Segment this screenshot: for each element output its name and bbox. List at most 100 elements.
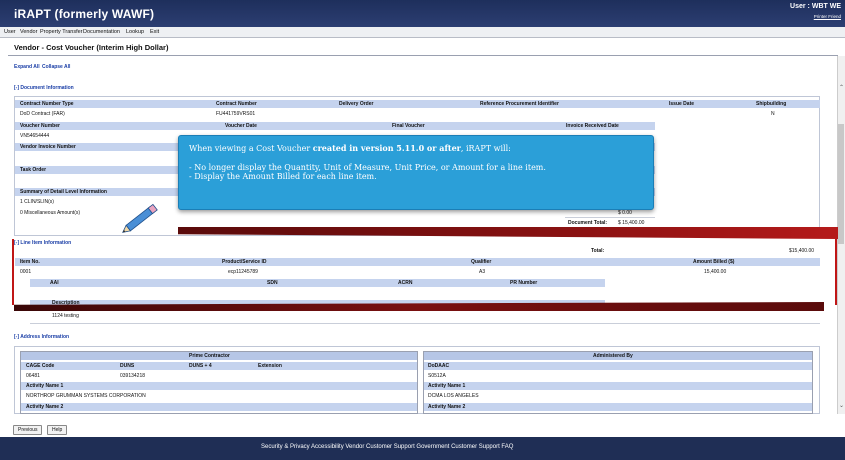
highlight-frame-left <box>12 239 14 305</box>
admin-activity2-row <box>424 403 812 411</box>
line-item-information-toggle[interactable]: [-] Line Item Information <box>14 240 71 246</box>
total-divider <box>565 217 655 218</box>
col-voucher-number: Voucher Number <box>20 123 60 129</box>
voucher-number-value: VN54654444 <box>20 133 50 139</box>
item-no-value: 0001 <box>20 269 32 275</box>
callout-version: created in version 5.11.0 or after <box>312 143 461 153</box>
product-service-id-value: ecp11245789 <box>228 269 258 275</box>
col-qualifier: Qualifier <box>471 259 492 265</box>
col-task-order: Task Order <box>20 167 47 173</box>
admin-activity-name-1-value: DCMA LOS ANGELES <box>428 393 479 399</box>
col-issue-date: Issue Date <box>669 101 695 107</box>
col-product-service-id: Product/Service ID <box>222 259 267 265</box>
col-pr-number: PR Number <box>510 280 538 286</box>
prime-header-row <box>21 362 417 370</box>
help-button[interactable]: Help <box>47 425 68 435</box>
clin-count: 1 CLIN/SLIN(s) <box>20 199 54 205</box>
admin-activity1-row <box>424 382 812 390</box>
col-sdn: SDN <box>267 280 278 286</box>
doc-header-row-1 <box>15 100 820 108</box>
line-divider <box>30 323 820 324</box>
app-title: iRAPT (formerly WAWF) <box>14 7 155 21</box>
administered-by-title: Administered By <box>593 353 633 359</box>
col-delivery-order: Delivery Order <box>339 101 374 107</box>
prime-activity-name-1-value: NORTHROP GRUMMAN SYSTEMS CORPORATION <box>26 393 146 399</box>
menu-vendor[interactable]: Vendor <box>20 29 37 35</box>
col-contract-number-type: Contract Number Type <box>20 101 74 107</box>
app-header: iRAPT (formerly WAWF) User : WBT WE Prin… <box>0 0 845 27</box>
col-extension: Extension <box>258 363 282 369</box>
col-contract-number: Contract Number <box>216 101 257 107</box>
menu-lookup[interactable]: Lookup <box>126 29 144 35</box>
qualifier-value: A3 <box>479 269 486 275</box>
misc-amount: $ 0.00 <box>618 210 632 216</box>
info-callout: When viewing a Cost Voucher created in v… <box>178 135 654 210</box>
col-duns: DUNS <box>120 363 135 369</box>
admin-activity-name-1-label: Activity Name 1 <box>428 383 466 389</box>
description-value: 1124 testing <box>52 313 79 319</box>
callout-bullet-1: - No longer display the Quantity, Unit o… <box>189 162 546 172</box>
col-dodaac: DoDAAC <box>428 363 450 369</box>
prime-contractor-title: Prime Contractor <box>189 353 230 359</box>
page-title: Vendor - Cost Voucher (Interim High Doll… <box>14 43 169 52</box>
prime-activity2-row <box>21 403 417 411</box>
highlight-band-top <box>178 227 838 239</box>
col-item-no: Item No. <box>20 259 40 265</box>
menu-exit[interactable]: Exit <box>150 29 159 35</box>
amount-billed-value: 15,400.00 <box>704 269 727 275</box>
shipbuilding-value: N <box>771 111 775 117</box>
callout-intro-a: When viewing a Cost Voucher <box>189 144 313 153</box>
collapse-all-link[interactable]: Collapse All <box>42 64 70 70</box>
dodaac-value: S0512A <box>428 373 446 379</box>
previous-button[interactable]: Previous <box>13 425 43 435</box>
printer-friendly-link[interactable]: Printer Friend <box>814 14 841 19</box>
callout-bullet-2: - Display the Amount Billed for each lin… <box>189 172 377 181</box>
document-total-value: $ 15,400.00 <box>618 220 645 226</box>
prime-activity-name-2-label: Activity Name 2 <box>26 404 64 410</box>
admin-activity-name-2-label: Activity Name 2 <box>428 404 466 410</box>
callout-intro: When viewing a Cost Voucher created in v… <box>189 143 643 154</box>
vertical-scrollbar[interactable]: ⌃ ⌄ <box>837 56 845 414</box>
menu-bar: User Vendor Property Transfer Documentat… <box>0 27 845 38</box>
col-amount-billed: Amount Billed ($) <box>693 259 735 265</box>
summary-header: Summary of Detail Level Information <box>20 189 107 195</box>
col-voucher-date: Voucher Date <box>225 123 257 129</box>
highlight-frame-right <box>835 239 837 305</box>
scroll-up-icon[interactable]: ⌃ <box>839 84 844 91</box>
document-total-label: Document Total: <box>568 220 608 226</box>
col-final-voucher: Final Voucher <box>392 123 425 129</box>
col-invoice-received-date: Invoice Received Date <box>566 123 619 129</box>
contract-number-type-value: DoD Contract (FAR) <box>20 111 65 117</box>
scroll-down-icon[interactable]: ⌄ <box>839 402 844 409</box>
footer-links[interactable]: Security & Privacy Accessibility Vendor … <box>261 444 513 450</box>
col-shipbuilding: Shipbuilding <box>756 101 787 107</box>
contract-number-value: FU441759VRS01 <box>216 111 256 117</box>
col-vendor-invoice-number: Vendor Invoice Number <box>20 144 76 150</box>
menu-user[interactable]: User <box>4 29 16 35</box>
misc-count: 0 Miscellaneous Amount(s) <box>20 210 81 216</box>
doc-header-row-2 <box>15 122 655 130</box>
col-cage-code: CAGE Code <box>26 363 55 369</box>
cage-code-value: 06481 <box>26 373 40 379</box>
line-total-value: $15,400.00 <box>789 248 815 254</box>
line-total-label: Total: <box>591 248 605 254</box>
menu-documentation[interactable]: Documentation <box>83 29 120 35</box>
prime-activity-name-1-label: Activity Name 1 <box>26 383 64 389</box>
pencil-icon <box>122 203 158 233</box>
col-duns-plus-4: DUNS + 4 <box>189 363 212 369</box>
footer: Security & Privacy Accessibility Vendor … <box>0 437 845 460</box>
address-information-toggle[interactable]: [-] Address Information <box>14 334 69 340</box>
callout-intro-c: , iRAPT will: <box>460 144 511 153</box>
expand-all-link[interactable]: Expand All <box>14 64 40 70</box>
admin-header-row <box>424 362 812 370</box>
col-acrn: ACRN <box>398 280 413 286</box>
col-aai: AAI <box>50 280 59 286</box>
user-label: User : WBT WE <box>790 3 841 10</box>
menu-property-transfer[interactable]: Property Transfer <box>40 29 83 35</box>
title-divider <box>8 55 838 56</box>
duns-value: 039134218 <box>120 373 146 379</box>
scrollbar-thumb[interactable] <box>838 124 844 244</box>
col-reference-procurement-identifier: Reference Procurement Identifier <box>480 101 559 107</box>
document-information-toggle[interactable]: [-] Document Information <box>14 85 74 91</box>
prime-activity1-row <box>21 382 417 390</box>
